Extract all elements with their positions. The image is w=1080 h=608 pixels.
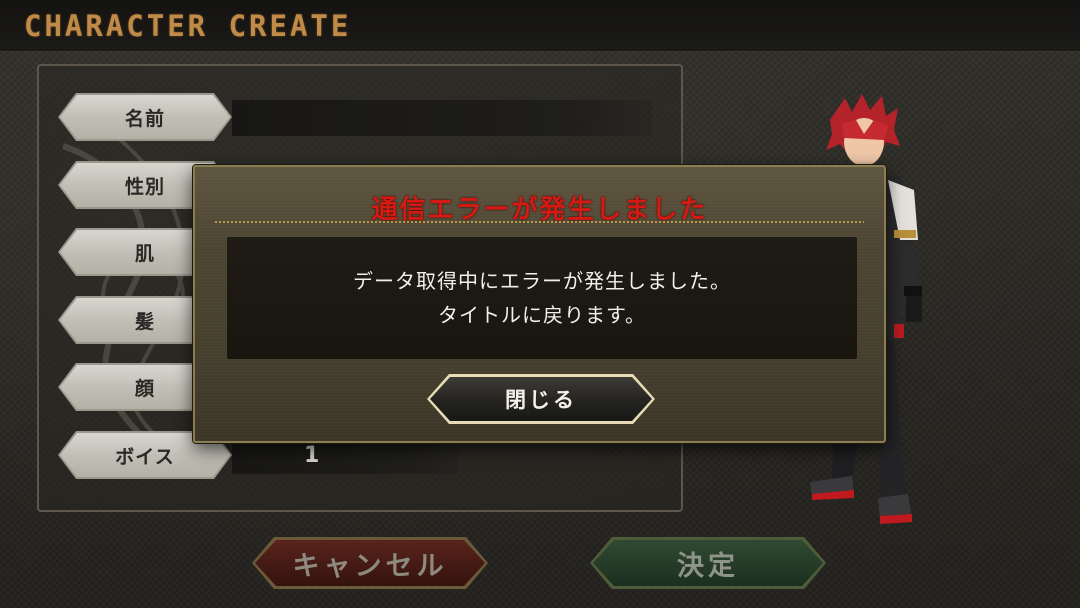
field-value-voice[interactable]: 1 (232, 438, 458, 474)
cancel-button-label: キャンセル (255, 540, 485, 586)
cancel-button[interactable]: キャンセル (252, 537, 488, 589)
dialog-message-line-2: タイトルに戻ります。 (438, 303, 646, 327)
field-value-name[interactable] (232, 100, 652, 136)
game-screen: CHARACTER CREATE 名前 性別 肌 髪 顔 ボイス 1 通信エラー… (0, 0, 1080, 608)
header-bar: CHARACTER CREATE (0, 0, 1080, 52)
field-label-name: 名前 (60, 95, 230, 139)
close-button-label: 閉じる (430, 377, 652, 421)
dialog-message-line-1: データ取得中にエラーが発生しました。 (353, 269, 731, 293)
field-row-name[interactable]: 名前 (58, 93, 658, 141)
close-button[interactable]: 閉じる (427, 374, 655, 424)
dialog-divider (215, 221, 864, 223)
decide-button[interactable]: 決定 (590, 537, 826, 589)
field-label-frame: 名前 (58, 93, 232, 141)
dialog-message-box: データ取得中にエラーが発生しました。 タイトルに戻ります。 (227, 237, 857, 359)
screen-title: CHARACTER CREATE (24, 9, 352, 43)
error-dialog: 通信エラーが発生しました データ取得中にエラーが発生しました。 タイトルに戻りま… (193, 165, 886, 443)
decide-button-label: 決定 (593, 540, 823, 586)
